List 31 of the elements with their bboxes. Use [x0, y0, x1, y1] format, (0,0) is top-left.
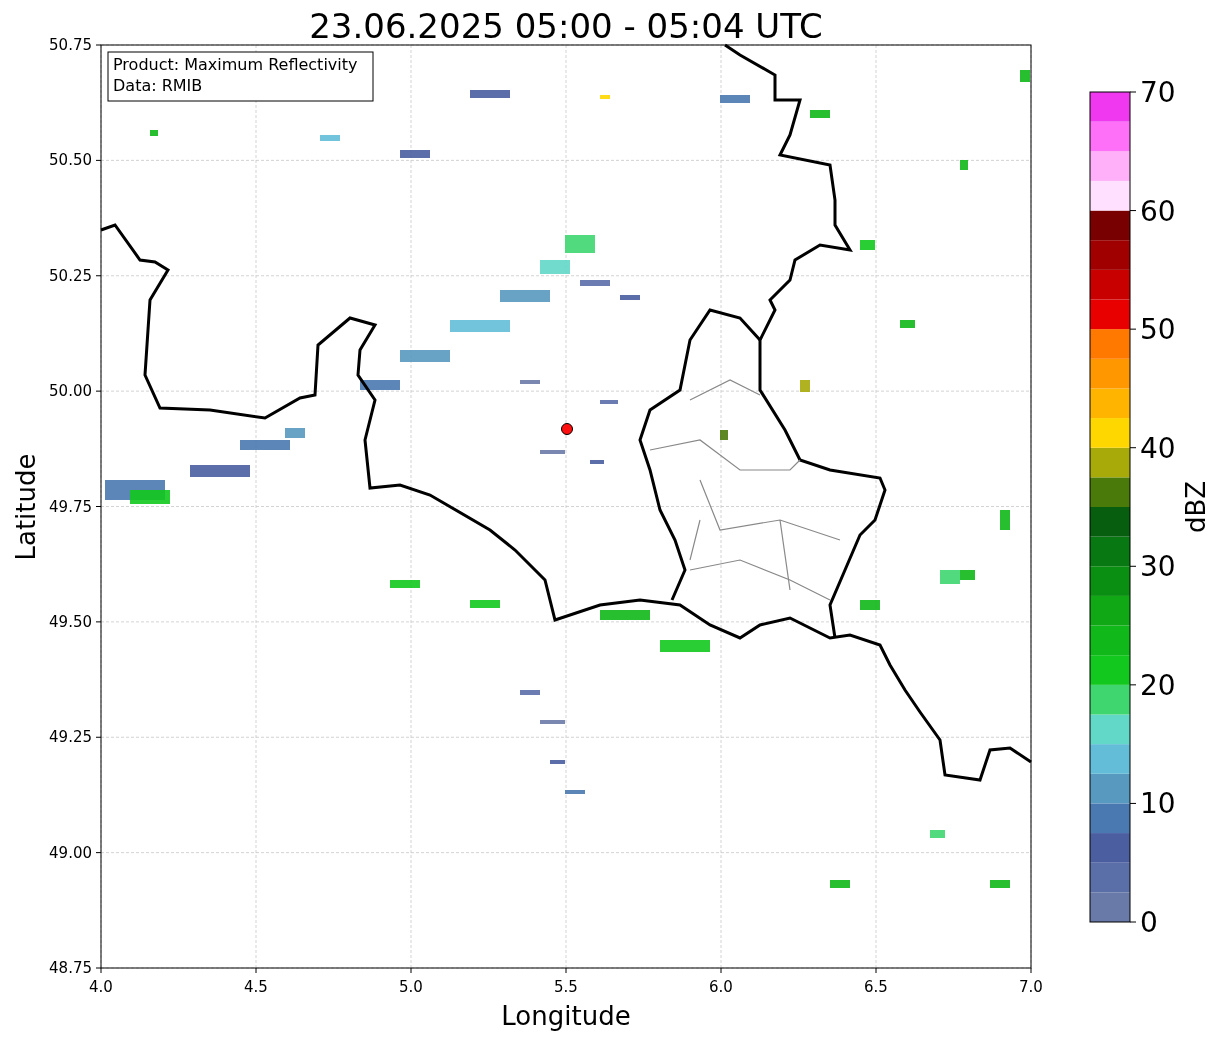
y-tick-label: 49.50	[49, 612, 92, 631]
chart-title: 23.06.2025 05:00 - 05:04 UTC	[309, 6, 823, 46]
colorbar-label: dBZ	[1181, 480, 1211, 534]
colorbar-tick-label: 40	[1140, 431, 1176, 465]
y-tick-label: 50.50	[49, 151, 92, 170]
colorbar-tick-label: 60	[1140, 194, 1176, 228]
y-tick-label: 49.25	[49, 728, 92, 747]
legend-text: Product: Maximum Reflectivity	[113, 55, 358, 74]
y-tick-label: 50.00	[49, 382, 92, 401]
x-tick-label: 4.5	[244, 978, 268, 996]
x-axis-label: Longitude	[501, 1001, 631, 1031]
y-tick-label: 48.75	[49, 959, 92, 977]
y-tick-label: 50.25	[49, 266, 92, 285]
radar-site-marker	[561, 423, 573, 435]
colorbar-tick-label: 70	[1140, 76, 1176, 109]
y-axis-label: Latitude	[11, 453, 41, 561]
x-tick-label: 5.5	[554, 978, 578, 996]
x-tick-label: 7.0	[1019, 978, 1043, 996]
x-tick-label: 6.0	[709, 978, 733, 996]
x-tick-label: 5.0	[399, 978, 423, 996]
legend-text: Data: RMIB	[113, 76, 203, 95]
x-tick-label: 4.0	[89, 978, 113, 996]
colorbar-tick-label: 20	[1140, 668, 1176, 702]
y-tick-label: 49.00	[49, 843, 92, 862]
colorbar-tick-label: 10	[1140, 787, 1176, 821]
x-tick-label: 6.5	[864, 978, 888, 996]
y-tick-label: 49.75	[49, 497, 92, 516]
y-tick-label: 50.75	[49, 36, 92, 54]
colorbar-tick-label: 0	[1140, 906, 1158, 939]
colorbar-tick-label: 50	[1140, 313, 1176, 347]
colorbar-tick-label: 30	[1140, 550, 1176, 584]
